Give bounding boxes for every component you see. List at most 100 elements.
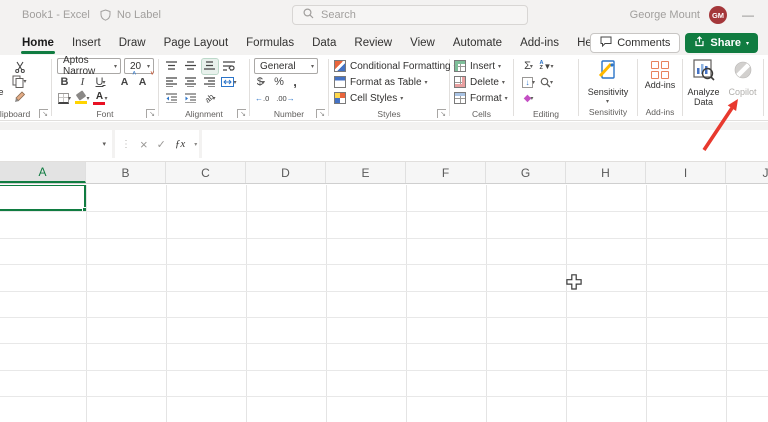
name-box[interactable]: ▾: [0, 130, 112, 158]
sort-filter-button[interactable]: AZ▼▾: [539, 59, 554, 74]
borders-chevron[interactable]: ▾: [68, 95, 71, 102]
analyze-data-button[interactable]: AnalyzeData: [684, 55, 723, 107]
sensitivity-chevron[interactable]: ▾: [606, 98, 609, 105]
increase-decimal-button[interactable]: ←.0: [255, 94, 269, 103]
number-dialog-launcher[interactable]: ↘: [316, 109, 325, 118]
column-header-H[interactable]: H: [566, 162, 646, 183]
align-bottom-button[interactable]: [202, 59, 218, 74]
column-header-J[interactable]: J: [726, 162, 768, 183]
wrap-text-button[interactable]: [221, 59, 237, 74]
accounting-format-button[interactable]: $▾: [255, 75, 267, 90]
insert-cells-button[interactable]: Insert ▾: [451, 58, 512, 74]
tab-view[interactable]: View: [401, 30, 444, 55]
merge-center-button[interactable]: ▾: [221, 75, 237, 90]
font-dialog-launcher[interactable]: ↘: [146, 109, 155, 118]
tab-data[interactable]: Data: [303, 30, 345, 55]
number-format-chevron[interactable]: ▾: [311, 63, 314, 70]
format-painter-button[interactable]: [12, 89, 27, 104]
format-cells-button[interactable]: Format ▾: [451, 90, 512, 106]
align-middle-button[interactable]: [183, 59, 199, 74]
column-header-C[interactable]: C: [166, 162, 246, 183]
copy-dropdown-chevron[interactable]: ▾: [23, 78, 26, 85]
merge-chevron[interactable]: ▾: [233, 79, 236, 86]
format-as-table-button[interactable]: Format as Table ▾: [330, 74, 448, 90]
delete-cells-button[interactable]: Delete ▾: [451, 74, 512, 90]
increase-font-size-button[interactable]: A˄: [117, 75, 132, 90]
fill-button[interactable]: ↓▾: [521, 75, 536, 90]
find-select-button[interactable]: ▾: [539, 75, 554, 90]
align-center-button[interactable]: [183, 75, 199, 90]
styles-dialog-launcher[interactable]: ↘: [437, 109, 446, 118]
clipboard-dialog-launcher[interactable]: ↘: [39, 109, 48, 118]
enter-button[interactable]: ✓: [157, 138, 166, 151]
add-ins-button[interactable]: Add-ins: [639, 55, 681, 106]
number-format-combo[interactable]: General▾: [254, 58, 318, 74]
decrease-decimal-button[interactable]: .00→: [276, 94, 294, 103]
find-chevron[interactable]: ▾: [550, 79, 553, 86]
tab-automate[interactable]: Automate: [444, 30, 511, 55]
column-header-G[interactable]: G: [486, 162, 566, 183]
tab-insert[interactable]: Insert: [63, 30, 110, 55]
column-header-D[interactable]: D: [246, 162, 326, 183]
formula-bar-drag-handle[interactable]: ⋮: [121, 139, 131, 150]
selected-cell-a1[interactable]: [0, 185, 86, 211]
tab-formulas[interactable]: Formulas: [237, 30, 303, 55]
conditional-formatting-button[interactable]: Conditional Formatting ▾: [330, 58, 448, 74]
font-name-chevron[interactable]: ▾: [114, 63, 117, 70]
tab-add-ins[interactable]: Add-ins: [511, 30, 568, 55]
delete-cells-chevron[interactable]: ▾: [502, 79, 505, 86]
column-header-I[interactable]: I: [646, 162, 726, 183]
borders-button[interactable]: ▾: [57, 91, 72, 106]
fill-color-button[interactable]: ▾: [75, 91, 90, 106]
comments-button[interactable]: Comments: [590, 33, 680, 53]
orientation-button[interactable]: ab▾: [202, 91, 218, 106]
accounting-chevron[interactable]: ▾: [262, 79, 265, 86]
column-header-B[interactable]: B: [86, 162, 166, 183]
clear-button[interactable]: ◆▾: [521, 91, 536, 106]
increase-indent-button[interactable]: [183, 91, 199, 106]
comma-style-button[interactable]: ,: [291, 75, 299, 90]
tab-draw[interactable]: Draw: [110, 30, 155, 55]
autosum-chevron[interactable]: ▾: [530, 63, 533, 70]
underline-button[interactable]: U▾: [93, 75, 108, 90]
tab-page-layout[interactable]: Page Layout: [155, 30, 238, 55]
column-header-F[interactable]: F: [406, 162, 486, 183]
paste-button[interactable]: Paste: [0, 58, 8, 108]
column-header-A[interactable]: A: [0, 162, 86, 183]
font-name-combo[interactable]: Aptos Narrow▾: [57, 58, 121, 74]
name-box-chevron[interactable]: ▾: [102, 140, 106, 148]
insert-function-button[interactable]: ƒx: [175, 138, 185, 150]
cancel-button[interactable]: ×: [140, 137, 148, 152]
cell-styles-chevron[interactable]: ▾: [400, 95, 403, 102]
formula-input[interactable]: [202, 130, 768, 158]
autosum-button[interactable]: Σ▾: [521, 59, 536, 74]
align-left-button[interactable]: [164, 75, 180, 90]
format-as-table-chevron[interactable]: ▾: [425, 79, 428, 86]
cut-button[interactable]: [12, 59, 27, 74]
align-top-button[interactable]: [164, 59, 180, 74]
fill-chevron[interactable]: ▾: [532, 79, 535, 86]
clear-chevron[interactable]: ▾: [530, 95, 533, 102]
insert-function-chevron[interactable]: ▾: [194, 141, 197, 148]
align-right-button[interactable]: [202, 75, 218, 90]
minimize-button[interactable]: —: [736, 8, 760, 22]
italic-button[interactable]: I: [75, 75, 90, 90]
search-box[interactable]: Search: [292, 5, 528, 25]
percent-style-button[interactable]: %: [273, 75, 285, 90]
font-color-button[interactable]: A▾: [93, 91, 108, 106]
decrease-indent-button[interactable]: [164, 91, 180, 106]
avatar[interactable]: GM: [709, 6, 727, 24]
bold-button[interactable]: B: [57, 75, 72, 90]
sensitivity-label-badge[interactable]: No Label: [117, 9, 161, 21]
column-header-E[interactable]: E: [326, 162, 406, 183]
alignment-dialog-launcher[interactable]: ↘: [237, 109, 246, 118]
copy-button[interactable]: ▾: [12, 74, 27, 89]
cell-styles-button[interactable]: Cell Styles ▾: [330, 90, 448, 106]
sort-filter-chevron[interactable]: ▾: [550, 63, 553, 70]
share-dropdown-chevron[interactable]: ▾: [746, 40, 749, 47]
font-size-chevron[interactable]: ▾: [147, 63, 150, 70]
share-button[interactable]: Share ▾: [685, 33, 758, 53]
sensitivity-button[interactable]: Sensitivity ▾: [580, 55, 636, 106]
sheet-grid[interactable]: [0, 185, 768, 422]
tab-home[interactable]: Home: [13, 30, 63, 55]
